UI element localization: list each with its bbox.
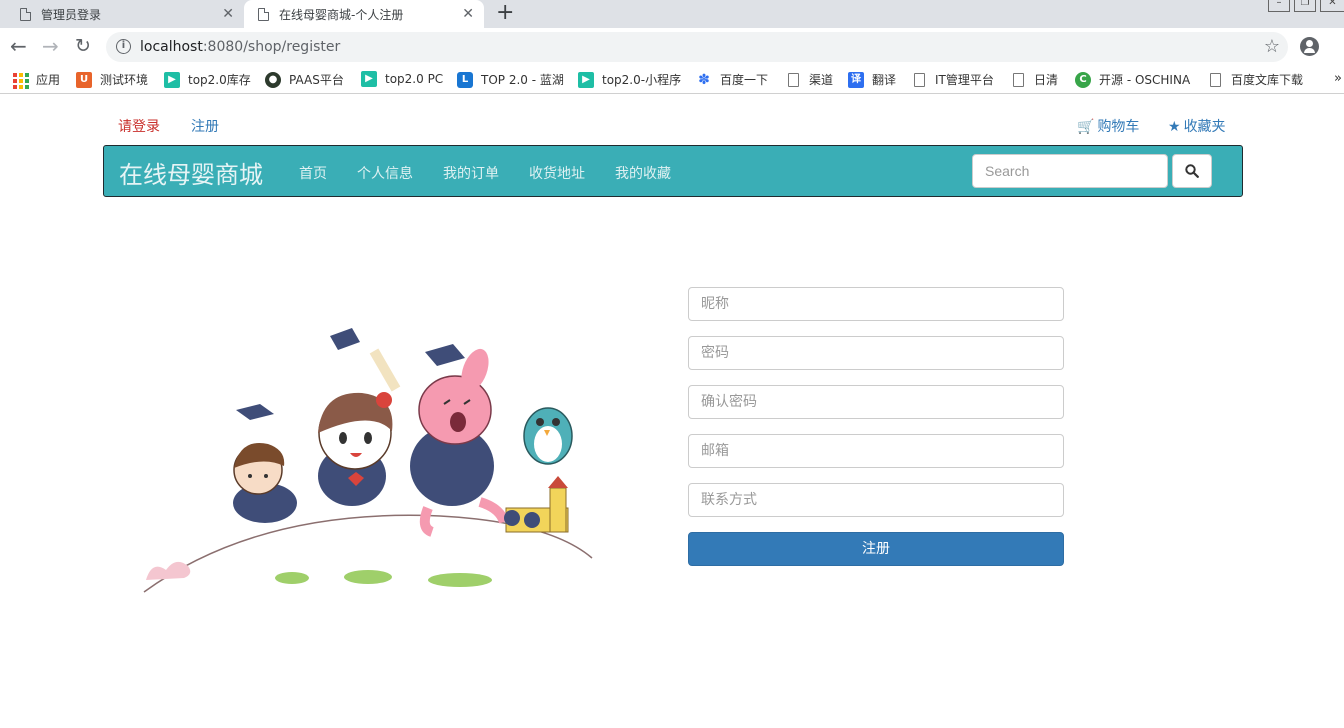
browser-tab-bar: 管理员登录 ✕ 在线母婴商城-个人注册 ✕ + – ❐ ✕ [0,0,1344,28]
bookmark-label: 百度文库下载 [1231,73,1304,87]
page-icon [1013,72,1024,87]
search-input[interactable] [972,154,1168,188]
baidu-paw-icon: ✽ [698,71,710,88]
bookmark-oschina[interactable]: C 开源 - OSCHINA [1075,71,1190,88]
u-icon: U [76,71,92,88]
browser-toolbar: ← → ↻ i localhost:8080/shop/register ☆ ⋮ [0,28,1344,66]
nav-item-favorites[interactable]: 我的收藏 [615,163,671,183]
bookmark-top2-pc[interactable]: ▶ top2.0 PC [361,71,443,87]
bookmark-label: 翻译 [872,73,897,87]
page-icon [20,7,31,21]
play-icon: ▶ [164,71,180,88]
password-field[interactable] [688,336,1064,370]
bookmark-label: IT管理平台 [935,73,994,87]
bookmarks-overflow-icon[interactable]: » [1334,71,1342,86]
restore-icon[interactable]: ❐ [1294,0,1316,12]
bookmark-channel[interactable]: 渠道 [788,71,833,88]
bookmark-label: PAAS平台 [289,73,344,87]
nav-item-home[interactable]: 首页 [299,163,327,183]
cart-label: 购物车 [1097,119,1140,135]
search-icon [1185,164,1199,178]
forward-arrow-icon[interactable]: → [42,36,59,56]
confirm-password-field[interactable] [688,385,1064,419]
bookmark-translate[interactable]: 译 翻译 [848,71,896,88]
address-bar[interactable]: i localhost:8080/shop/register ☆ [106,32,1288,62]
nav-item-orders[interactable]: 我的订单 [443,163,499,183]
favorites-link[interactable]: ★ 收藏夹 [1168,116,1226,136]
bookmark-baidu[interactable]: ✽ 百度一下 [696,71,768,88]
bookmark-label: 日清 [1034,73,1059,87]
window-close-icon[interactable]: ✕ [1320,0,1344,12]
bookmark-lanhu[interactable]: L TOP 2.0 - 蓝湖 [457,71,564,88]
cart-link[interactable]: 🛒 购物车 [1077,116,1139,136]
back-arrow-icon[interactable]: ← [10,36,27,56]
email-field[interactable] [688,434,1064,468]
bookmark-label: 开源 - OSCHINA [1099,73,1191,87]
register-link[interactable]: 注册 [191,116,219,136]
close-icon[interactable]: ✕ [462,6,474,22]
new-tab-button[interactable]: + [496,1,514,25]
graduation-kids-illustration [143,328,593,593]
favorites-label: 收藏夹 [1183,119,1226,135]
bookmark-label: top2.0 PC [385,72,444,86]
bookmark-paas[interactable]: ● PAAS平台 [265,71,344,88]
play-icon: ▶ [578,71,594,88]
browser-tab-register[interactable]: 在线母婴商城-个人注册 ✕ [244,0,484,28]
bookmark-top2-miniapp[interactable]: ▶ top2.0-小程序 [578,71,681,88]
bookmark-top2-stock[interactable]: ▶ top2.0库存 [164,71,251,88]
bookmark-wenku[interactable]: 百度文库下载 [1210,71,1303,88]
contact-field[interactable] [688,483,1064,517]
brand-logo[interactable]: 在线母婴商城 [119,155,263,190]
lanhu-icon: L [457,71,473,88]
main-navbar: 在线母婴商城 首页 个人信息 我的订单 收货地址 我的收藏 [103,145,1243,197]
profile-avatar-icon[interactable] [1300,37,1319,56]
star-icon: ★ [1168,119,1181,135]
url-text[interactable]: localhost:8080/shop/register [140,39,340,55]
nav-item-profile[interactable]: 个人信息 [357,163,413,183]
info-icon[interactable]: i [116,39,131,54]
nav-item-address[interactable]: 收货地址 [529,163,585,183]
bookmark-it-platform[interactable]: IT管理平台 [914,71,994,88]
bookmark-apps[interactable]: 应用 [12,71,61,89]
search-button[interactable] [1172,154,1212,188]
apps-icon [12,72,29,89]
tab-title: 在线母婴商城-个人注册 [279,7,404,22]
minimize-icon[interactable]: – [1268,0,1290,12]
oschina-icon: C [1075,71,1091,88]
shopping-cart-icon: 🛒 [1077,119,1095,135]
nickname-field[interactable] [688,287,1064,321]
menu-dots-icon[interactable]: ⋮ [1336,37,1344,55]
reload-icon[interactable]: ↻ [75,36,91,56]
register-submit-button[interactable]: 注册 [688,532,1064,566]
bookmarks-bar: 应用 U 测试环境 ▶ top2.0库存 ● PAAS平台 ▶ top2.0 P… [0,66,1344,94]
bookmark-test-env[interactable]: U 测试环境 [76,71,148,88]
login-link[interactable]: 请登录 [118,116,160,136]
close-icon[interactable]: ✕ [222,6,234,22]
translate-icon: 译 [848,71,864,88]
page-icon [258,7,269,21]
page-icon [1210,72,1221,87]
bookmark-label: 渠道 [809,73,834,87]
bookmark-riqing[interactable]: 日清 [1013,71,1058,88]
bookmark-label: 测试环境 [100,73,149,87]
paas-icon: ● [265,71,281,88]
bookmark-label: 应用 [36,73,61,87]
bookmark-label: top2.0-小程序 [602,73,682,87]
bookmark-label: top2.0库存 [188,73,251,87]
page-icon [914,72,925,87]
play-icon: ▶ [361,71,377,87]
tab-title: 管理员登录 [41,7,102,22]
page-icon [788,72,799,87]
browser-tab-admin-login[interactable]: 管理员登录 ✕ [0,0,244,28]
bookmark-star-icon[interactable]: ☆ [1264,36,1280,57]
bookmark-label: 百度一下 [720,73,769,87]
bookmark-label: TOP 2.0 - 蓝湖 [481,73,564,87]
